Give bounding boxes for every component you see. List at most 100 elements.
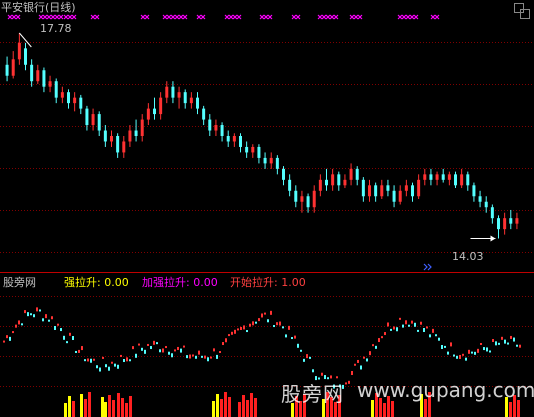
signal-bar-red — [391, 401, 394, 417]
magenta-x-marker — [170, 14, 176, 20]
signal-bar-red — [246, 400, 249, 417]
oscillator-dot — [96, 365, 98, 369]
candle-body — [140, 119, 144, 136]
oscillator-dot — [357, 359, 359, 363]
oscillator-dot — [489, 350, 491, 353]
oscillator-dot — [240, 326, 242, 330]
high-price-label: 17.78 — [40, 22, 72, 35]
signal-bar-yellow — [216, 394, 219, 417]
candle-body — [484, 201, 488, 208]
oscillator-dot — [135, 353, 137, 358]
oscillator-dot — [132, 346, 134, 350]
candle-body — [300, 196, 304, 202]
candle-body — [79, 97, 83, 109]
magenta-x-marker — [46, 14, 52, 20]
candle-body — [497, 218, 500, 230]
indicator-value-extra-strong: 加强拉升: 0.00 — [142, 276, 218, 289]
oscillator-dot — [39, 309, 41, 312]
candle-body — [134, 130, 138, 136]
oscillator-dot — [63, 335, 65, 340]
oscillator-dot — [480, 342, 482, 345]
magenta-x-marker — [7, 14, 13, 20]
oscillator-dot — [510, 335, 512, 339]
magenta-x-marker — [434, 14, 440, 20]
oscillator-dot — [45, 314, 47, 319]
candle-body — [128, 130, 132, 142]
oscillator-dot — [483, 347, 485, 351]
oscillator-dot — [432, 328, 434, 333]
oscillator-dot — [192, 354, 194, 357]
oscillator-dot — [405, 320, 407, 325]
oscillator-dot — [423, 328, 425, 333]
oscillator-dot — [204, 355, 206, 359]
oscillator-dot — [360, 365, 362, 370]
magenta-x-marker — [349, 14, 355, 20]
candle-body — [294, 190, 298, 202]
candle-body — [232, 136, 236, 142]
oscillator-dot — [126, 357, 128, 362]
oscillator-dot — [195, 355, 197, 359]
oscillator-dot — [3, 340, 5, 343]
candle-body — [263, 157, 267, 164]
signal-bar-red — [383, 403, 386, 417]
watermark-cn: 股旁网 — [281, 382, 344, 406]
oscillator-dot — [87, 358, 89, 362]
candle-body — [318, 179, 322, 191]
oscillator-dot — [273, 325, 275, 328]
signal-bar-red — [88, 392, 91, 417]
restore-box-icon[interactable] — [520, 9, 530, 19]
magenta-x-marker — [263, 14, 269, 20]
oscillator-dot — [261, 313, 263, 318]
stock-chart[interactable] — [0, 0, 534, 417]
oscillator-dot — [30, 313, 32, 316]
oscillator-dot — [378, 338, 380, 343]
oscillator-dot — [426, 326, 428, 329]
oscillator-dot — [228, 334, 230, 337]
oscillator-dot — [57, 323, 59, 326]
oscillator-dot — [36, 307, 38, 312]
chart-svg — [0, 14, 534, 417]
oscillator-dot — [177, 346, 179, 350]
signal-bar-yellow — [68, 396, 71, 417]
oscillator-dot — [363, 356, 365, 359]
watermark-url: www.gupang.com — [357, 378, 534, 402]
candle-body — [386, 185, 390, 191]
oscillator-dot — [222, 342, 224, 346]
candle-body — [325, 179, 328, 186]
candle-body — [509, 218, 513, 224]
oscillator-dot — [111, 361, 113, 364]
oscillator-dot — [171, 353, 173, 358]
oscillator-dot — [258, 318, 260, 322]
candle-body — [282, 168, 285, 180]
oscillator-dot — [414, 322, 416, 327]
oscillator-dot — [33, 314, 35, 318]
chart-title: 平安银行(日线) — [1, 1, 76, 14]
oscillator-dot — [384, 332, 386, 336]
candle-body — [288, 179, 292, 191]
oscillator-dot — [321, 372, 323, 376]
magenta-x-marker — [259, 14, 265, 20]
candle-body — [441, 174, 445, 180]
oscillator-dot — [18, 320, 20, 325]
candle-body — [275, 157, 279, 169]
oscillator-dot — [159, 349, 161, 353]
oscillator-dot — [114, 363, 116, 367]
oscillator-dot — [495, 341, 497, 346]
magenta-x-marker — [140, 14, 146, 20]
signal-bar-red — [250, 393, 253, 417]
signal-bar-yellow — [371, 400, 374, 417]
oscillator-dot — [267, 319, 269, 323]
magenta-x-marker — [409, 14, 415, 20]
oscillator-dot — [408, 324, 410, 327]
oscillator-dot — [81, 346, 83, 351]
signal-bar-red — [125, 403, 128, 417]
indicator-name: 股旁网 — [3, 276, 36, 289]
oscillator-dot — [108, 366, 110, 371]
oscillator-dot — [270, 310, 272, 315]
oscillator-dot — [219, 351, 221, 354]
candle-body — [202, 108, 206, 120]
signal-bar-red — [220, 399, 223, 417]
candle-body — [337, 174, 341, 186]
oscillator-dot — [48, 319, 50, 322]
magenta-x-marker — [174, 14, 180, 20]
